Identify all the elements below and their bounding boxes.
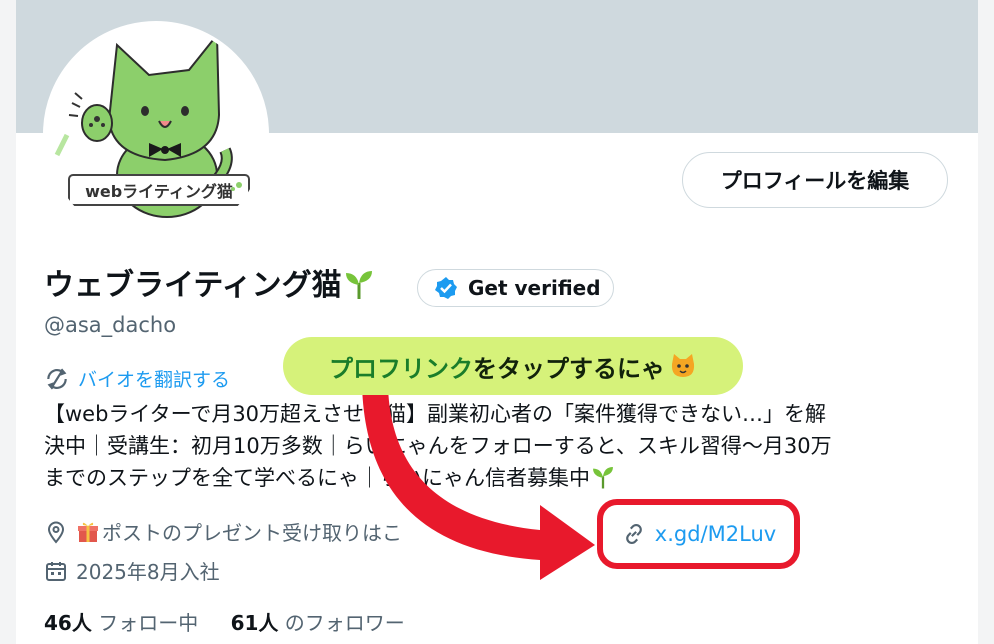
- follow-stats: 46人 フォロー中 61人 のフォロワー: [44, 607, 405, 636]
- sprout-icon: [593, 467, 613, 489]
- display-name-text: ウェブライティング猫: [44, 268, 342, 303]
- bio-line-1: 【webライターで月30万超えさせる猫】副業初心者の「案件獲得できない…」を解: [44, 402, 827, 426]
- translate-label: バイオを翻訳する: [78, 369, 231, 391]
- verified-badge-icon: [435, 277, 457, 299]
- profile-joined: 2025年8月入社: [44, 556, 220, 585]
- following-count: 46人: [44, 611, 92, 635]
- bio-line-3-text: までのステップを全て学べるにゃ｜らいにゃん信者募集中: [44, 466, 590, 490]
- location-icon: [47, 521, 65, 544]
- avatar-label: webライティング猫: [85, 182, 233, 201]
- location-arrow: →: [474, 519, 491, 544]
- callout-text-green: プロフリンク: [329, 354, 473, 383]
- link-icon: [625, 524, 642, 544]
- location-text: ポストのプレゼント受け取りはこ: [102, 521, 402, 545]
- following-link[interactable]: 46人 フォロー中: [44, 611, 198, 635]
- bio-line-3: までのステップを全て学べるにゃ｜らいにゃん信者募集中: [44, 462, 954, 494]
- profile-bio: 【webライターで月30万超えさせる猫】副業初心者の「案件獲得できない…」を解 …: [44, 398, 954, 494]
- display-name: ウェブライティング猫: [44, 266, 376, 306]
- profile-location: ポストのプレゼント受け取りはこ →: [44, 517, 491, 546]
- page-edge-right: [978, 0, 994, 644]
- gift-icon: [78, 522, 98, 542]
- calendar-icon: [46, 561, 66, 581]
- joined-text: 2025年8月入社: [76, 560, 220, 584]
- get-verified-button[interactable]: Get verified: [417, 269, 614, 307]
- page-edge-left: [0, 0, 16, 644]
- callout-bubble: プロフリンク をタップするにゃ: [283, 337, 743, 395]
- profile-link[interactable]: x.gd/M2Luv: [597, 499, 800, 569]
- following-label: フォロー中: [98, 611, 199, 635]
- sprout-icon: [345, 271, 372, 299]
- callout-text-dark: をタップするにゃ: [473, 354, 665, 383]
- bio-line-2: 決中｜受講生：初月10万多数｜らいにゃんをフォローすると、スキル習得〜月30万: [44, 434, 832, 458]
- translate-bio-link[interactable]: バイオを翻訳する: [44, 365, 230, 392]
- cat-mascot-illustration: webライティング猫: [54, 32, 250, 218]
- edit-profile-button[interactable]: プロフィールを編集: [682, 152, 948, 208]
- profile-handle: @asa_dacho: [44, 313, 177, 337]
- profile-avatar[interactable]: webライティング猫: [43, 21, 269, 247]
- followers-link[interactable]: 61人 のフォロワー: [231, 611, 405, 635]
- followers-count: 61人: [230, 611, 279, 635]
- profile-link-text: x.gd/M2Luv: [654, 522, 777, 546]
- get-verified-label: Get verified: [468, 276, 601, 300]
- followers-label: のフォロワー: [284, 611, 405, 635]
- cat-face-icon: [671, 354, 695, 377]
- translate-icon: [47, 368, 67, 389]
